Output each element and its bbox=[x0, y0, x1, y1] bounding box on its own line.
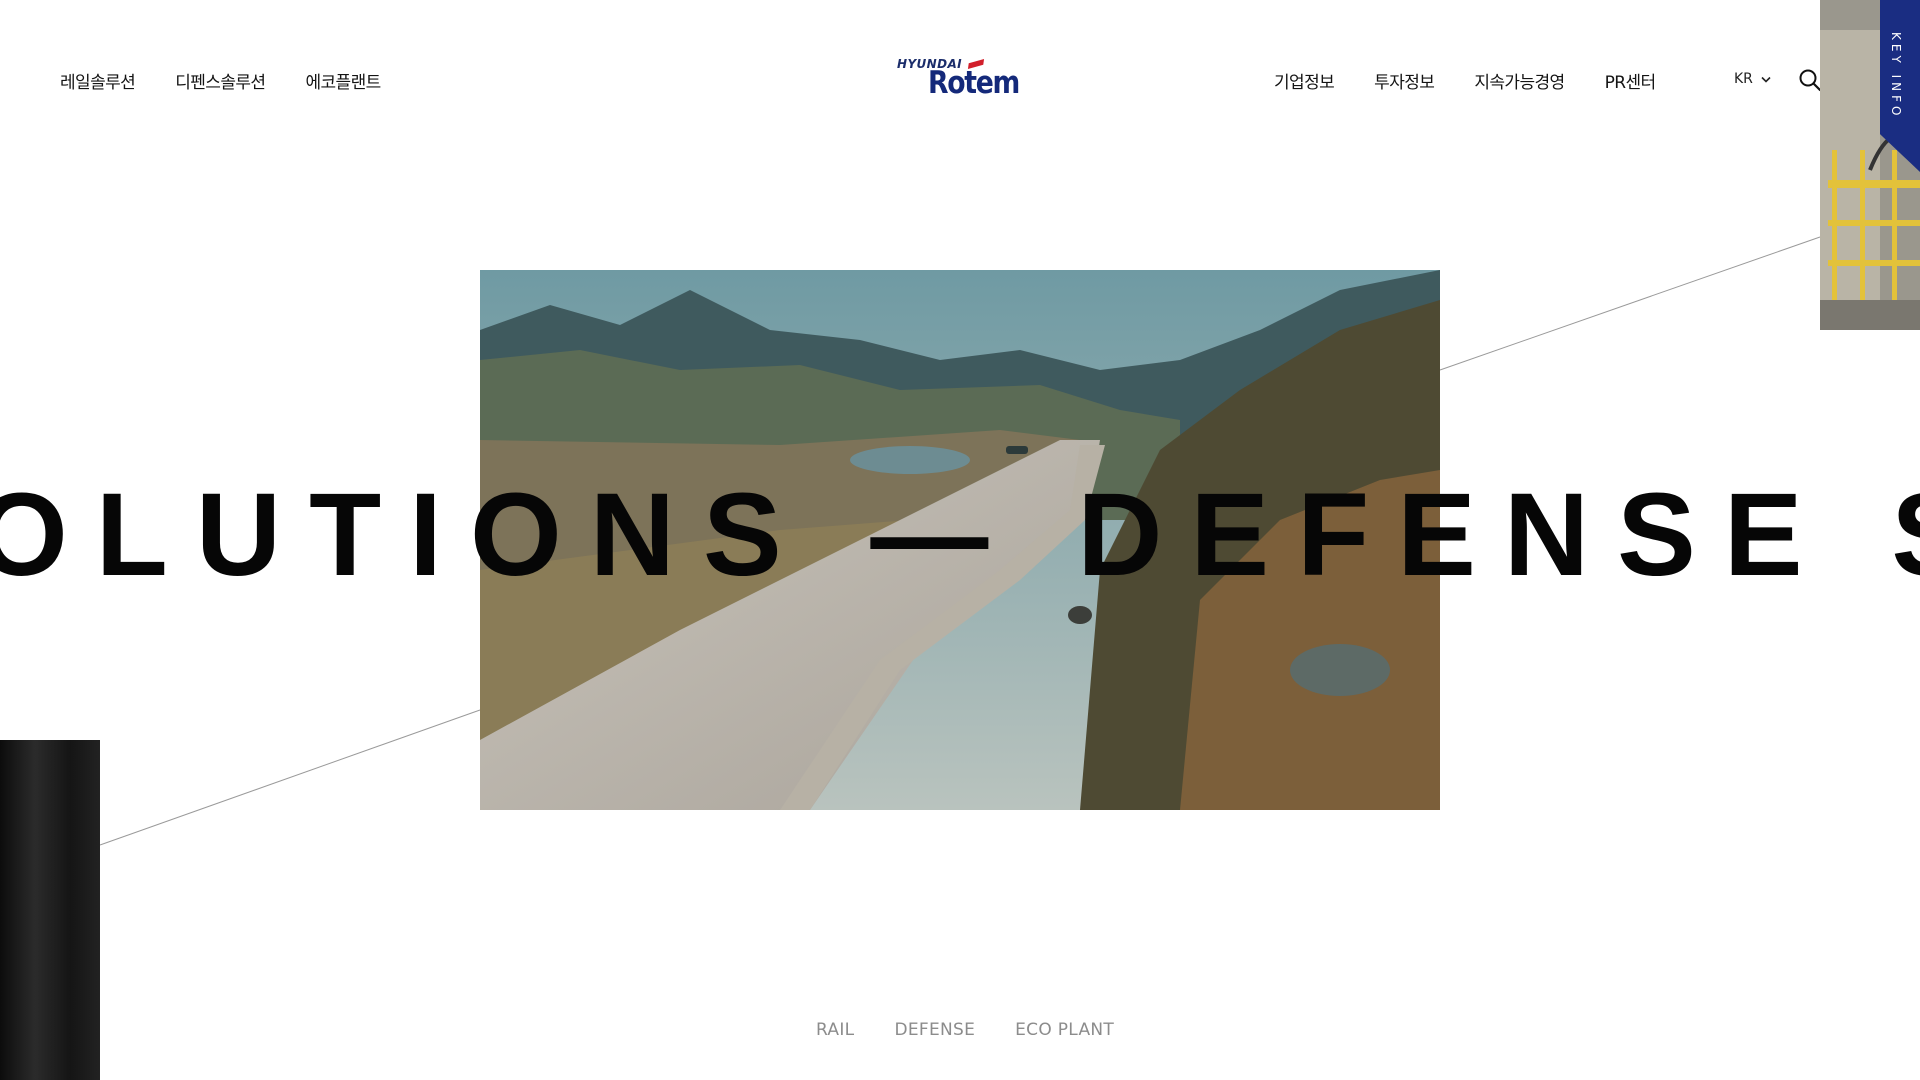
hyundai-rotem-logo[interactable]: HYUNDAI Rotem bbox=[897, 57, 1025, 103]
tab-rail[interactable]: RAIL bbox=[816, 1020, 854, 1040]
nav-link-investor-info[interactable]: 투자정보 bbox=[1374, 68, 1435, 93]
language-value: KR bbox=[1734, 71, 1753, 87]
hero-marquee-text: OLUTIONS — DEFENSE SOL bbox=[0, 469, 1920, 601]
tab-defense[interactable]: DEFENSE bbox=[894, 1020, 975, 1040]
chevron-down-icon bbox=[1761, 76, 1771, 83]
category-tabs: RAIL DEFENSE ECO PLANT bbox=[816, 1020, 1114, 1040]
key-info-label: KEY INFO bbox=[1889, 32, 1903, 120]
nav-link-sustainability[interactable]: 지속가능경영 bbox=[1474, 68, 1565, 93]
main-nav-right: 기업정보 투자정보 지속가능경영 PR센터 bbox=[1274, 68, 1656, 93]
page: 레일솔루션 디펜스솔루션 에코플랜트 HYUNDAI Rotem 기업정보 투자… bbox=[0, 0, 1920, 1080]
nav-link-rail-solution[interactable]: 레일솔루션 bbox=[60, 68, 136, 93]
nav-link-defense-solution[interactable]: 디펜스솔루션 bbox=[175, 68, 266, 93]
search-icon bbox=[1799, 69, 1822, 92]
main-nav-left: 레일솔루션 디펜스솔루션 에코플랜트 bbox=[60, 68, 381, 93]
nav-link-eco-plant[interactable]: 에코플랜트 bbox=[305, 68, 381, 93]
language-selector[interactable]: KR bbox=[1734, 71, 1771, 87]
nav-link-company-info[interactable]: 기업정보 bbox=[1274, 68, 1335, 93]
slide-preview-panel[interactable] bbox=[0, 740, 100, 1080]
search-button[interactable] bbox=[1798, 68, 1822, 92]
nav-link-pr-center[interactable]: PR센터 bbox=[1605, 68, 1657, 93]
tab-eco-plant[interactable]: ECO PLANT bbox=[1015, 1020, 1114, 1040]
logo-brand-main: Rotem bbox=[928, 65, 1020, 101]
